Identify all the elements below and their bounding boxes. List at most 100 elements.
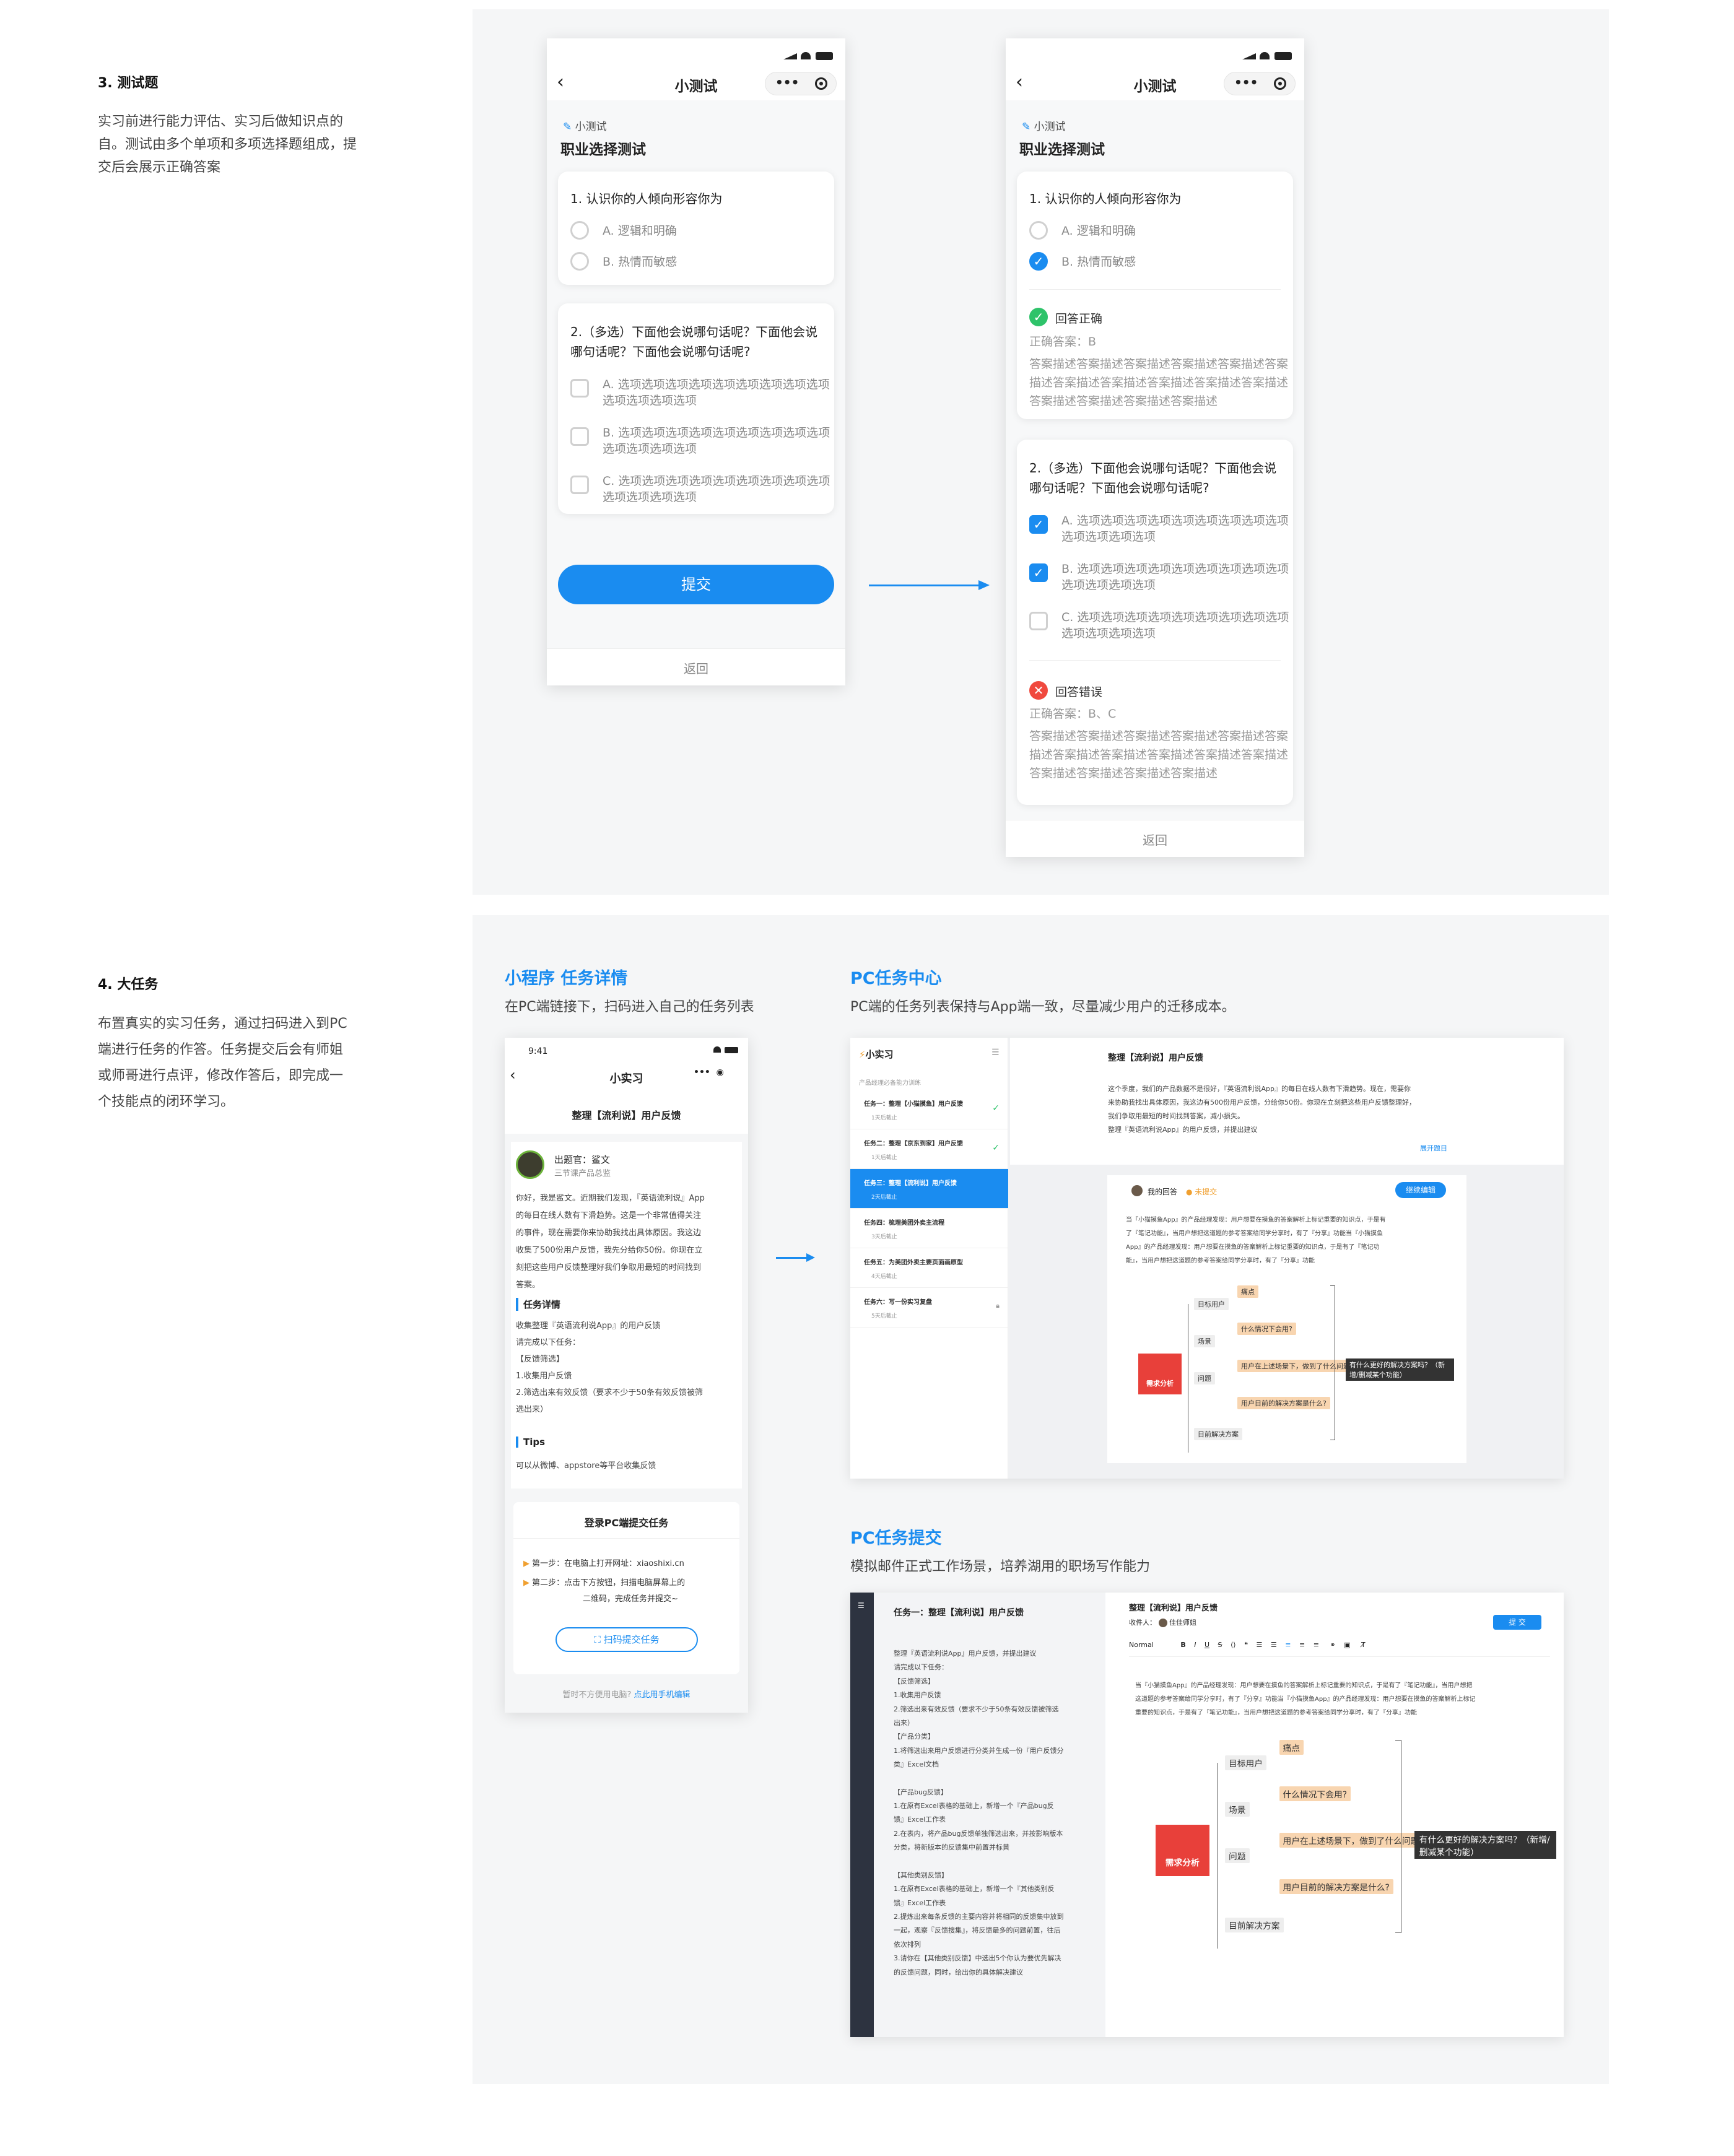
strike-icon[interactable]: S bbox=[1218, 1641, 1222, 1649]
task-list-item[interactable]: 任务二：整理【京东到家】用户反馈 1天后截止 ✓ bbox=[850, 1129, 1008, 1169]
task-item-title: 任务三：整理【流利说】用户反馈 bbox=[864, 1180, 957, 1187]
recipient-avatar bbox=[1158, 1619, 1167, 1627]
style-select[interactable]: Normal bbox=[1129, 1641, 1154, 1649]
capsule-menu[interactable]: ••• bbox=[765, 72, 837, 95]
intro-line: 的事件，现在需要你来协助我找出具体原因。我这边 bbox=[516, 1228, 702, 1238]
link-icon[interactable]: ⚭ bbox=[1330, 1641, 1335, 1649]
task-item-due: 1天后截止 bbox=[871, 1155, 897, 1161]
checkbox-c[interactable] bbox=[1029, 612, 1048, 630]
align-right-icon[interactable]: ≡ bbox=[1314, 1641, 1319, 1649]
question-2-line2: 哪句话呢？下面他会说哪句话呢? bbox=[1029, 480, 1209, 495]
menu-icon[interactable]: ☰ bbox=[991, 1048, 1000, 1058]
quiz-title: 职业选择测试 bbox=[560, 142, 646, 158]
radio-b-selected[interactable]: ✓ bbox=[1029, 252, 1048, 271]
checkbox-a[interactable] bbox=[570, 379, 589, 398]
code-icon[interactable]: ⟨⟩ bbox=[1231, 1641, 1236, 1649]
mindmap-node: 目前解决方案 bbox=[1225, 1918, 1284, 1932]
left-text-line: 馈』Excel工作表 bbox=[894, 1815, 946, 1824]
checkbox-b-checked[interactable]: ✓ bbox=[1029, 563, 1048, 582]
option-a-label: A. 逻辑和明确 bbox=[603, 224, 677, 238]
task-title: 整理【流利说】用户反馈 bbox=[572, 1110, 681, 1121]
scan-label: 扫码提交任务 bbox=[603, 1634, 660, 1645]
answer-label: 我的回答 bbox=[1148, 1188, 1178, 1196]
left-text-line: 【产品bug反馈】 bbox=[894, 1788, 948, 1796]
battery-icon bbox=[816, 52, 833, 60]
clear-format-icon[interactable]: T̸ bbox=[1361, 1641, 1366, 1649]
task-list-item[interactable]: 任务一：整理【小猫摸鱼】用户反馈 1天后截止 ✓ bbox=[850, 1090, 1008, 1129]
question-2-line1: 2.（多选）下面他会说哪句话呢？下面他会说 bbox=[570, 324, 818, 339]
section4-desc-2: 端进行任务的作答。任务提交后会有师姐 bbox=[98, 1042, 344, 1058]
radio-a[interactable] bbox=[1029, 221, 1048, 240]
mindmap-center: 需求分析 bbox=[1138, 1354, 1182, 1394]
section3-desc-2: 自。测试由多个单项和多项选择题组成，提 bbox=[98, 137, 357, 152]
option-b-label: B. 热情而敏感 bbox=[1061, 255, 1136, 269]
scan-icon: ⛶ bbox=[594, 1634, 604, 1645]
quiz-tag-label: 小测试 bbox=[575, 121, 607, 133]
underline-icon[interactable]: U bbox=[1205, 1641, 1209, 1649]
answer-status: ● 未提交 bbox=[1186, 1188, 1218, 1196]
italic-icon[interactable]: I bbox=[1194, 1641, 1196, 1649]
signal-icon bbox=[1242, 53, 1256, 59]
left-text-line: 2.在表内，将产品bug反馈单独筛选出来，并按影响版本 bbox=[894, 1829, 1063, 1838]
mindmap-node: 目标用户 bbox=[1225, 1755, 1267, 1770]
more-icon[interactable]: ••• bbox=[775, 75, 799, 90]
left-text-line: 【产品分类】 bbox=[894, 1732, 935, 1741]
capsule-menu[interactable]: ••• ◉ bbox=[694, 1067, 741, 1085]
detail-line: 【反馈筛选】 bbox=[516, 1355, 565, 1364]
mobile-edit-link[interactable]: 点此用手机编辑 bbox=[634, 1690, 691, 1700]
editor-toolbar: Normal B I U S ⟨⟩ ❝ ☰ ☰ ≡ ≡ ≡ ⚭ ▣ T̸ bbox=[1129, 1641, 1550, 1657]
back-link[interactable]: 返回 bbox=[1006, 830, 1304, 848]
checkbox-c[interactable] bbox=[570, 476, 589, 494]
intro: 你好，我是鲨文。近期我们发现，『英语流利说』App 的每日在线人数有下滑趋势。这是… bbox=[516, 1190, 705, 1294]
mail-body[interactable]: 当『小猫摸鱼App』的产品经理发现：用户想要在摸鱼的答案解析上标记重要的知识点，… bbox=[1135, 1679, 1476, 1720]
checkbox-b[interactable] bbox=[570, 427, 589, 446]
recipient-name[interactable]: 佳佳师姐 bbox=[1169, 1619, 1196, 1627]
footer-bar: 返回 bbox=[1006, 820, 1304, 857]
bullet-list-icon[interactable]: ☰ bbox=[1271, 1641, 1277, 1649]
author-role: 三节课产品总监 bbox=[554, 1169, 611, 1178]
ordered-list-icon[interactable]: ☰ bbox=[1257, 1641, 1263, 1649]
section3-desc-3: 交后会展示正确答案 bbox=[98, 160, 221, 175]
checkbox-a-checked[interactable]: ✓ bbox=[1029, 515, 1048, 534]
close-target-icon[interactable] bbox=[1274, 77, 1286, 90]
quote-icon[interactable]: ❝ bbox=[1244, 1641, 1248, 1649]
scan-button[interactable]: ⛶ 扫码提交任务 bbox=[555, 1627, 698, 1652]
mindmap-node: 场景 bbox=[1194, 1335, 1215, 1347]
align-center-icon[interactable]: ≡ bbox=[1299, 1641, 1305, 1649]
left-text-line: 类』Excel文档 bbox=[894, 1760, 939, 1769]
list-caption: 产品经理必备能力训练 bbox=[859, 1080, 921, 1087]
login-divider bbox=[513, 1538, 739, 1539]
arrow-head-2 bbox=[806, 1253, 815, 1262]
radio-b[interactable] bbox=[570, 252, 589, 271]
hamburger-icon[interactable]: ☰ bbox=[858, 1601, 865, 1610]
continue-edit-button[interactable]: 继续编辑 bbox=[1395, 1182, 1446, 1198]
task-list-item[interactable]: 任务四：梳理美团外卖主流程 3天后截止 bbox=[850, 1209, 1008, 1248]
expand-link[interactable]: 展开题目 bbox=[1420, 1143, 1447, 1153]
task-list-item[interactable]: 任务三：整理【流利说】用户反馈 2天后截止 bbox=[850, 1169, 1008, 1209]
task-item-title: 任务四：梳理美团外卖主流程 bbox=[864, 1220, 944, 1227]
send-button[interactable]: 提 交 bbox=[1493, 1615, 1541, 1630]
answer-line: 了『笔记功能』，当用户想把这道题的参考答案给同学分享时，有了『分享』功能当『小猫… bbox=[1126, 1230, 1383, 1237]
mindmap-center: 需求分析 bbox=[1155, 1825, 1209, 1876]
image-icon[interactable]: ▣ bbox=[1344, 1641, 1350, 1649]
option-a-line2: 选项选项选项选项 bbox=[603, 394, 697, 407]
submit-button[interactable]: 提交 bbox=[558, 565, 834, 604]
task-list-item[interactable]: 任务五：为美团外卖主要页面画原型 4天后截止 bbox=[850, 1248, 1008, 1288]
close-target-icon[interactable] bbox=[815, 77, 827, 90]
mindmap-node: 问题 bbox=[1225, 1848, 1250, 1863]
more-icon[interactable]: ••• bbox=[1234, 75, 1258, 90]
align-left-icon[interactable]: ≡ bbox=[1285, 1641, 1291, 1649]
capsule-menu[interactable]: ••• bbox=[1224, 72, 1296, 95]
left-text-line: 【反馈筛选】 bbox=[894, 1677, 935, 1685]
wifi-icon bbox=[1260, 52, 1270, 59]
wrong-icon: ✕ bbox=[1029, 681, 1048, 700]
step2-text: 第二步：点击下方按钮，扫描电脑屏幕上的 bbox=[532, 1578, 686, 1588]
back-link[interactable]: 返回 bbox=[547, 659, 845, 677]
radio-a[interactable] bbox=[570, 221, 589, 240]
detail-text: 这个季度，我们的产品数据不是很好，『英语流利说App』的每日在线人数有下滑趋势。… bbox=[1108, 1082, 1416, 1137]
pc-submit-sub: 模拟邮件正式工作场景，培养湖用的职场写作能力 bbox=[850, 1559, 1151, 1575]
intro-line: 的每日在线人数有下滑趋势。这是一个非常值得关注 bbox=[516, 1211, 702, 1220]
bold-icon[interactable]: B bbox=[1180, 1641, 1185, 1649]
task-item-title: 任务二：整理【京东到家】用户反馈 bbox=[864, 1141, 963, 1147]
task-list-item[interactable]: 任务六：写一份实习复盘 5天后截止 🔒︎ bbox=[850, 1288, 1008, 1328]
